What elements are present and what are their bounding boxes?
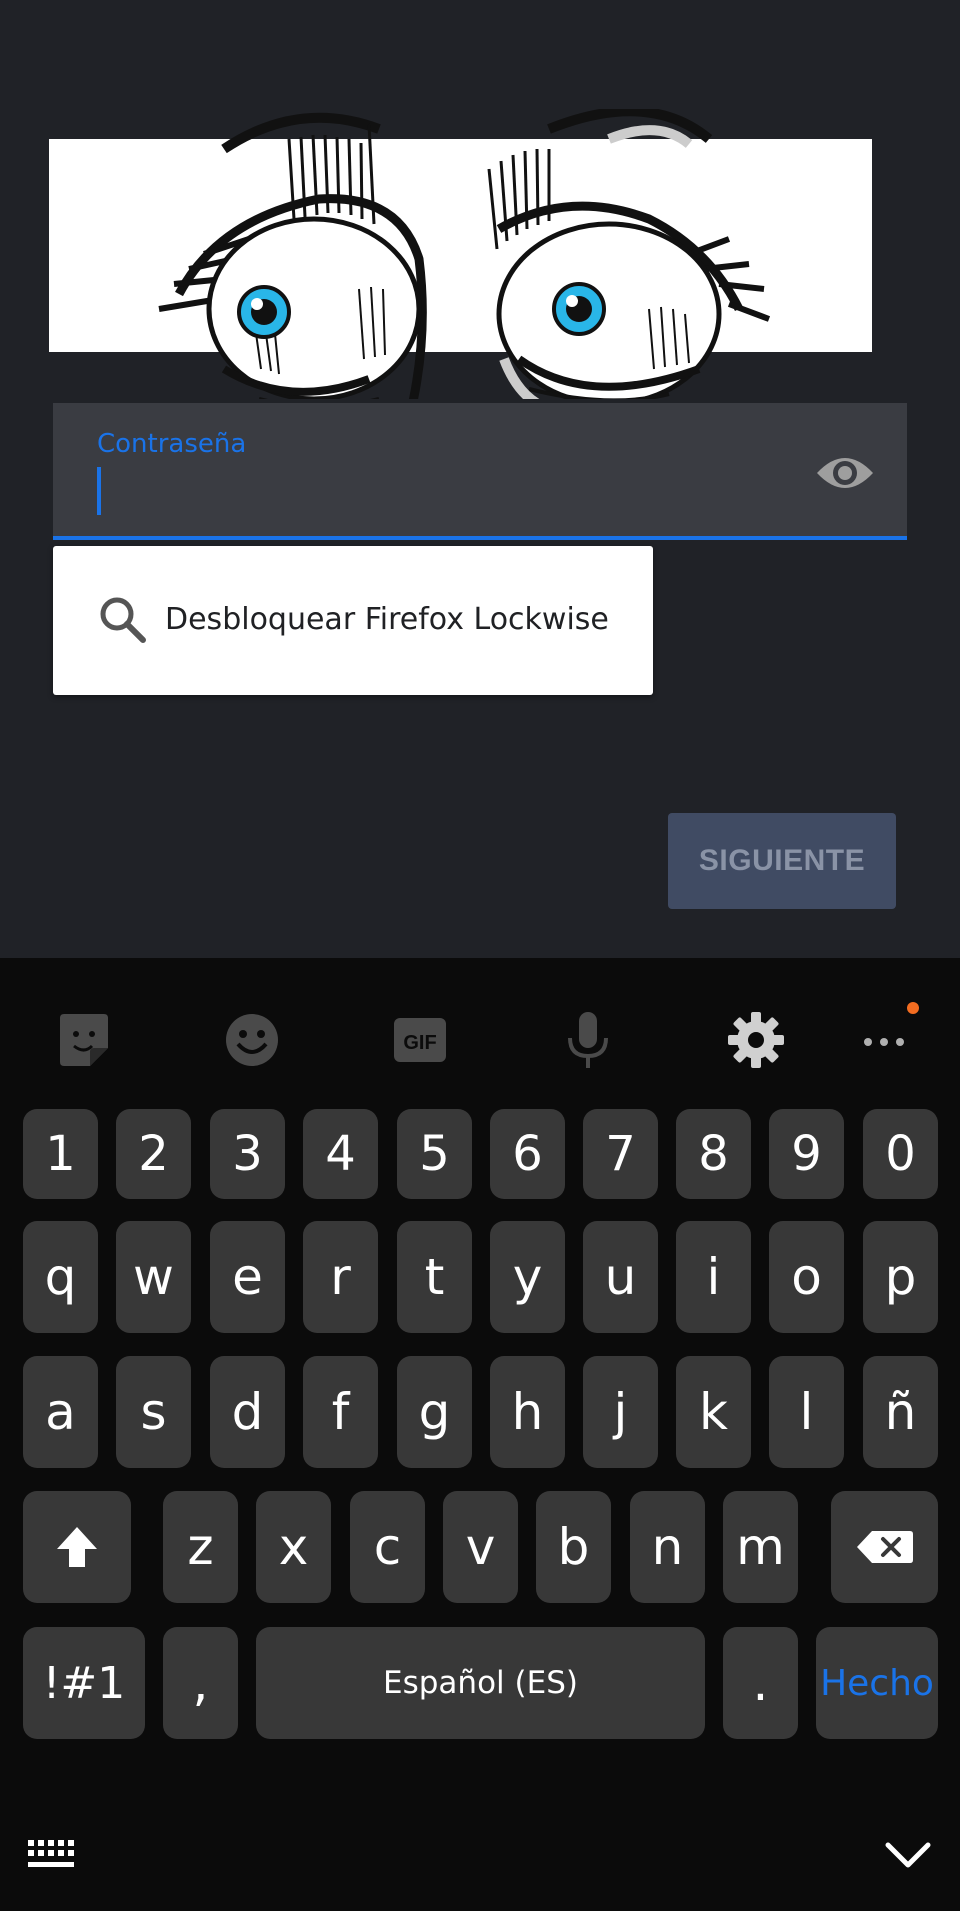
period-key[interactable]: . bbox=[723, 1627, 798, 1739]
key-q[interactable]: q bbox=[23, 1221, 98, 1333]
keyboard-navbar bbox=[0, 1808, 960, 1911]
key-8[interactable]: 8 bbox=[676, 1109, 751, 1199]
key-a[interactable]: a bbox=[23, 1356, 98, 1468]
key-5[interactable]: 5 bbox=[397, 1109, 472, 1199]
microphone-icon[interactable] bbox=[556, 1008, 620, 1072]
backspace-key[interactable] bbox=[831, 1491, 938, 1603]
left-eye bbox=[158, 112, 427, 399]
notification-dot bbox=[907, 1002, 919, 1014]
key-k[interactable]: k bbox=[676, 1356, 751, 1468]
right-eye bbox=[487, 109, 771, 399]
eyes-drawing bbox=[158, 109, 771, 399]
key-e[interactable]: e bbox=[210, 1221, 285, 1333]
key-u[interactable]: u bbox=[583, 1221, 658, 1333]
key-z[interactable]: z bbox=[163, 1491, 238, 1603]
key-o[interactable]: o bbox=[769, 1221, 844, 1333]
space-key[interactable]: Español (ES) bbox=[256, 1627, 705, 1739]
keyboard: GIF 1 2 3 4 5 6 7 8 9 0 q w e r t y u i … bbox=[0, 958, 960, 1911]
key-i[interactable]: i bbox=[676, 1221, 751, 1333]
done-key[interactable]: Hecho bbox=[816, 1627, 938, 1739]
key-s[interactable]: s bbox=[116, 1356, 191, 1468]
next-button[interactable]: SIGUIENTE bbox=[668, 813, 896, 909]
key-w[interactable]: w bbox=[116, 1221, 191, 1333]
text-cursor bbox=[97, 467, 101, 515]
key-n-tilde[interactable]: ñ bbox=[863, 1356, 938, 1468]
search-icon bbox=[100, 597, 146, 643]
key-6[interactable]: 6 bbox=[490, 1109, 565, 1199]
key-f[interactable]: f bbox=[303, 1356, 378, 1468]
shift-arrow-icon bbox=[57, 1527, 97, 1567]
show-password-eye-icon[interactable] bbox=[815, 451, 875, 495]
key-3[interactable]: 3 bbox=[210, 1109, 285, 1199]
key-h[interactable]: h bbox=[490, 1356, 565, 1468]
key-g[interactable]: g bbox=[397, 1356, 472, 1468]
key-r[interactable]: r bbox=[303, 1221, 378, 1333]
key-t[interactable]: t bbox=[397, 1221, 472, 1333]
suggestion-text: Desbloquear Firefox Lockwise bbox=[165, 602, 609, 637]
key-7[interactable]: 7 bbox=[583, 1109, 658, 1199]
emoji-icon[interactable] bbox=[220, 1008, 284, 1072]
key-d[interactable]: d bbox=[210, 1356, 285, 1468]
sticker-icon[interactable] bbox=[52, 1008, 116, 1072]
key-y[interactable]: y bbox=[490, 1221, 565, 1333]
key-c[interactable]: c bbox=[350, 1491, 425, 1603]
password-field[interactable]: Contraseña bbox=[53, 403, 907, 540]
key-n[interactable]: n bbox=[630, 1491, 705, 1603]
key-x[interactable]: x bbox=[256, 1491, 331, 1603]
comma-key[interactable]: , bbox=[163, 1627, 238, 1739]
more-options-icon[interactable] bbox=[852, 1008, 916, 1072]
key-l[interactable]: l bbox=[769, 1356, 844, 1468]
eyes-illustration bbox=[49, 109, 872, 399]
key-m[interactable]: m bbox=[723, 1491, 798, 1603]
backspace-icon bbox=[856, 1531, 913, 1563]
login-screen: Contraseña Desbloquear Firefox Lockwise … bbox=[0, 0, 960, 958]
key-v[interactable]: v bbox=[443, 1491, 518, 1603]
key-j[interactable]: j bbox=[583, 1356, 658, 1468]
password-input[interactable] bbox=[113, 463, 817, 521]
shift-key[interactable] bbox=[23, 1491, 131, 1603]
key-9[interactable]: 9 bbox=[769, 1109, 844, 1199]
autofill-suggestion[interactable]: Desbloquear Firefox Lockwise bbox=[53, 546, 653, 695]
key-2[interactable]: 2 bbox=[116, 1109, 191, 1199]
hide-keyboard-chevron-icon[interactable] bbox=[884, 1840, 932, 1870]
key-1[interactable]: 1 bbox=[23, 1109, 98, 1199]
gif-icon[interactable]: GIF bbox=[388, 1008, 452, 1072]
key-p[interactable]: p bbox=[863, 1221, 938, 1333]
keyboard-toolbar: GIF bbox=[0, 958, 960, 1108]
settings-gear-icon[interactable] bbox=[724, 1008, 788, 1072]
password-field-label: Contraseña bbox=[97, 429, 247, 459]
symbols-key[interactable]: !#1 bbox=[23, 1627, 145, 1739]
gif-label: GIF bbox=[403, 1032, 436, 1054]
key-4[interactable]: 4 bbox=[303, 1109, 378, 1199]
key-b[interactable]: b bbox=[536, 1491, 611, 1603]
keyboard-switch-icon[interactable] bbox=[26, 1836, 82, 1876]
key-0[interactable]: 0 bbox=[863, 1109, 938, 1199]
